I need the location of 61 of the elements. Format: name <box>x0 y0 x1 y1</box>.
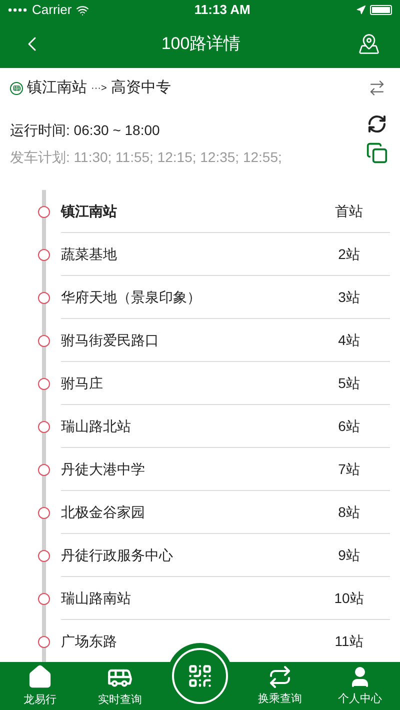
origin-stop: 镇江南站 <box>27 78 87 98</box>
stop-marker <box>38 636 50 648</box>
tab-item[interactable]: 个人中心 <box>320 662 400 710</box>
destination-stop: 高资中专 <box>110 78 171 98</box>
station-name[interactable]: 驸马庄 <box>61 372 103 394</box>
stop-number: 3站 <box>337 288 361 306</box>
stop-marker <box>38 464 50 476</box>
stop-number: 10站 <box>333 588 365 608</box>
stop-marker <box>38 292 50 304</box>
station-name[interactable]: 广场东路 <box>61 630 117 652</box>
stop-marker <box>38 506 50 518</box>
station-name[interactable]: 驸马街爱民路口 <box>61 330 159 350</box>
stop-marker <box>38 378 50 390</box>
swap-direction-button[interactable] <box>368 79 386 97</box>
stop-number: 7站 <box>337 460 361 478</box>
station-name[interactable]: 丹徒大港中学 <box>61 458 145 480</box>
stop-marker <box>38 248 50 260</box>
station-name[interactable]: 丹徒行政服务中心 <box>61 544 173 566</box>
stop-number: 11站 <box>334 632 364 650</box>
bus-icon <box>10 82 23 94</box>
stop-number: 首站 <box>334 202 364 220</box>
stop-number: 6站 <box>337 416 361 436</box>
stop-marker <box>38 420 50 432</box>
location-icon <box>356 5 366 15</box>
direction-arrow: ···> <box>91 82 107 96</box>
station-name[interactable]: 镇江南站 <box>61 200 117 222</box>
stop-number: 4站 <box>337 330 361 350</box>
stop-marker <box>38 550 50 562</box>
station-name[interactable]: 华府天地（景泉印象） <box>61 286 201 308</box>
station-name[interactable]: 蔬菜基地 <box>61 244 117 264</box>
departure-schedule: 发车计划: 11:30; 11:55; 12:15; 12:35; 12:55; <box>10 148 282 167</box>
tab-item[interactable]: 换乘查询 <box>240 662 320 710</box>
refresh-icon <box>367 114 387 134</box>
refresh-button[interactable] <box>367 114 387 134</box>
stop-marker <box>38 592 50 604</box>
map-button[interactable] <box>358 33 380 55</box>
qr-code-icon <box>187 663 213 689</box>
tab-item[interactable]: 龙易行 <box>0 662 80 710</box>
station-name[interactable]: 瑞山路南站 <box>61 588 131 608</box>
clock: 11:13 AM <box>194 1 250 20</box>
page-title: 100路详情 <box>161 33 241 56</box>
copy-button[interactable] <box>366 142 388 164</box>
station-name[interactable]: 北极金谷家园 <box>61 502 145 522</box>
copy-icon <box>366 142 388 164</box>
signal-icon <box>8 8 28 12</box>
operating-hours: 运行时间: 06:30 ~ 18:00 <box>10 121 161 140</box>
home-icon <box>27 664 53 690</box>
wifi-icon <box>76 4 89 16</box>
swap-icon <box>368 79 386 97</box>
stop-number: 2站 <box>337 244 361 264</box>
map-pin-icon <box>358 33 380 55</box>
stop-number: 5站 <box>337 374 361 392</box>
carrier-name: Carrier <box>32 1 72 20</box>
stop-marker <box>38 206 50 218</box>
stop-number: 9站 <box>337 546 361 564</box>
transfer-icon <box>268 664 292 689</box>
stop-marker <box>38 334 50 346</box>
station-name[interactable]: 瑞山路北站 <box>61 416 131 436</box>
stop-number: 8站 <box>337 502 361 522</box>
battery-icon <box>370 5 392 15</box>
tab-item[interactable]: 实时查询 <box>80 662 160 710</box>
